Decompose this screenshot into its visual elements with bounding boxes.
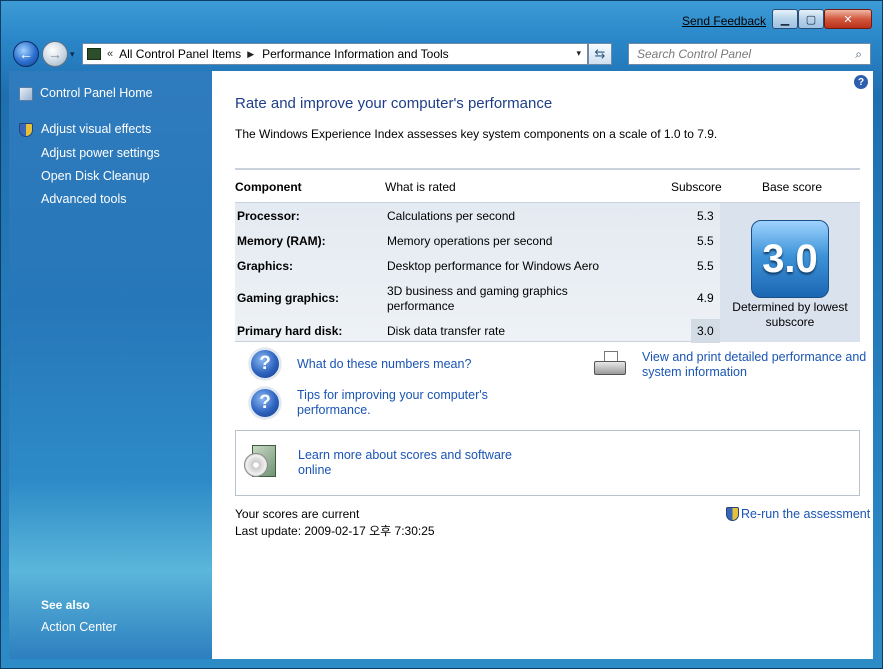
software-disc-icon bbox=[244, 443, 280, 481]
address-bar[interactable]: « All Control Panel Items ▶ Performance … bbox=[82, 43, 588, 65]
task-pane: Control Panel Home Adjust visual effects… bbox=[9, 71, 212, 659]
row-subscore: 5.3 bbox=[697, 209, 714, 223]
refresh-icon: ⇆ bbox=[594, 46, 606, 61]
row-what: Calculations per second bbox=[387, 209, 516, 223]
learn-more-box: Learn more about scores and software onl… bbox=[235, 430, 860, 496]
search-placeholder: Search Control Panel bbox=[637, 47, 752, 61]
search-icon[interactable]: ⌕ bbox=[855, 47, 862, 62]
header-base-score: Base score bbox=[762, 180, 823, 194]
title-bar: Send Feedback ▁ ▢ ✕ bbox=[1, 1, 882, 35]
intro-text: The Windows Experience Index assesses ke… bbox=[235, 127, 718, 141]
row-subscore: 4.9 bbox=[697, 291, 714, 305]
row-component: Primary hard disk: bbox=[237, 324, 343, 338]
row-component: Processor: bbox=[237, 209, 300, 223]
row-what: Desktop performance for Windows Aero bbox=[387, 259, 600, 273]
forward-arrow-icon: → bbox=[48, 46, 62, 62]
breadcrumb-separator-icon[interactable]: ▶ bbox=[247, 49, 254, 60]
header-subscore: Subscore bbox=[671, 180, 722, 194]
row-what: 3D business and gaming graphics performa… bbox=[387, 284, 568, 313]
page-title: Rate and improve your computer's perform… bbox=[235, 95, 553, 112]
row-component: Graphics: bbox=[237, 259, 294, 273]
see-also-heading: See also bbox=[41, 598, 90, 612]
last-update-text: Last update: 2009-02-17 오후 7:30:25 bbox=[235, 524, 435, 538]
close-button[interactable]: ✕ bbox=[824, 9, 872, 29]
row-subscore: 3.0 bbox=[697, 324, 714, 338]
maximize-icon: ▢ bbox=[805, 13, 817, 26]
row-component: Gaming graphics: bbox=[237, 291, 340, 305]
base-score-panel: 3.0 Determined by lowest subscore bbox=[720, 203, 860, 342]
maximize-button[interactable]: ▢ bbox=[798, 9, 824, 29]
advanced-tools-link[interactable]: Advanced tools bbox=[41, 192, 126, 206]
address-dropdown-icon[interactable]: ▾ bbox=[576, 48, 581, 59]
open-disk-cleanup-link[interactable]: Open Disk Cleanup bbox=[41, 169, 149, 183]
back-arrow-icon: ← bbox=[19, 46, 33, 62]
forward-button[interactable]: → bbox=[42, 41, 68, 67]
search-input[interactable]: Search Control Panel ⌕ bbox=[628, 43, 871, 65]
printer-icon bbox=[594, 351, 628, 379]
view-print-details-link[interactable]: View and print detailed performance and … bbox=[642, 350, 867, 380]
back-button[interactable]: ← bbox=[13, 41, 39, 67]
action-center-link[interactable]: Action Center bbox=[41, 620, 117, 634]
recent-pages-dropdown[interactable]: ▾ bbox=[70, 49, 75, 60]
refresh-button[interactable]: ⇆ bbox=[588, 43, 612, 65]
main-content: ? Rate and improve your computer's perfo… bbox=[212, 71, 873, 659]
control-panel-home-link[interactable]: Control Panel Home bbox=[40, 86, 153, 100]
adjust-power-settings-link[interactable]: Adjust power settings bbox=[41, 146, 160, 160]
control-panel-icon bbox=[87, 48, 101, 60]
shield-icon bbox=[19, 123, 33, 137]
adjust-visual-effects-link[interactable]: Adjust visual effects bbox=[41, 122, 151, 136]
table-body: Processor: Calculations per second 5.3 M… bbox=[235, 202, 860, 343]
row-what: Memory operations per second bbox=[387, 234, 553, 248]
row-component: Memory (RAM): bbox=[237, 234, 326, 248]
question-icon: ? bbox=[249, 387, 281, 419]
what-numbers-mean-link[interactable]: What do these numbers mean? bbox=[297, 357, 471, 372]
header-component: Component bbox=[235, 180, 302, 194]
close-icon: ✕ bbox=[843, 13, 853, 26]
control-panel-home-icon bbox=[19, 87, 33, 101]
base-score-caption: Determined by lowest subscore bbox=[732, 300, 848, 329]
score-table: Component What is rated Subscore Base sc… bbox=[235, 168, 860, 343]
learn-more-link[interactable]: Learn more about scores and software onl… bbox=[298, 448, 513, 478]
header-what-is-rated: What is rated bbox=[385, 180, 456, 194]
send-feedback-link[interactable]: Send Feedback bbox=[682, 14, 766, 28]
breadcrumb-overflow[interactable]: « bbox=[107, 48, 113, 60]
row-what: Disk data transfer rate bbox=[387, 324, 506, 338]
tips-improving-link[interactable]: Tips for improving your computer's perfo… bbox=[297, 388, 507, 418]
minimize-button[interactable]: ▁ bbox=[772, 9, 798, 29]
question-icon: ? bbox=[249, 348, 281, 380]
scores-current-text: Your scores are current bbox=[235, 507, 360, 521]
breadcrumb-performance[interactable]: Performance Information and Tools bbox=[262, 47, 449, 61]
help-icon[interactable]: ? bbox=[854, 75, 868, 89]
minimize-icon: ▁ bbox=[780, 13, 790, 26]
base-score-badge: 3.0 bbox=[751, 220, 829, 298]
window: Send Feedback ▁ ▢ ✕ ← → ▾ « All Control … bbox=[0, 0, 883, 669]
row-subscore: 5.5 bbox=[697, 259, 714, 273]
row-subscore: 5.5 bbox=[697, 234, 714, 248]
navigation-bar: ← → ▾ « All Control Panel Items ▶ Perfor… bbox=[1, 35, 882, 71]
breadcrumb-all-items[interactable]: All Control Panel Items bbox=[119, 47, 241, 61]
shield-icon bbox=[726, 507, 739, 521]
rerun-assessment-link[interactable]: Re-run the assessment bbox=[741, 507, 870, 522]
table-header: Component What is rated Subscore Base sc… bbox=[235, 170, 860, 202]
